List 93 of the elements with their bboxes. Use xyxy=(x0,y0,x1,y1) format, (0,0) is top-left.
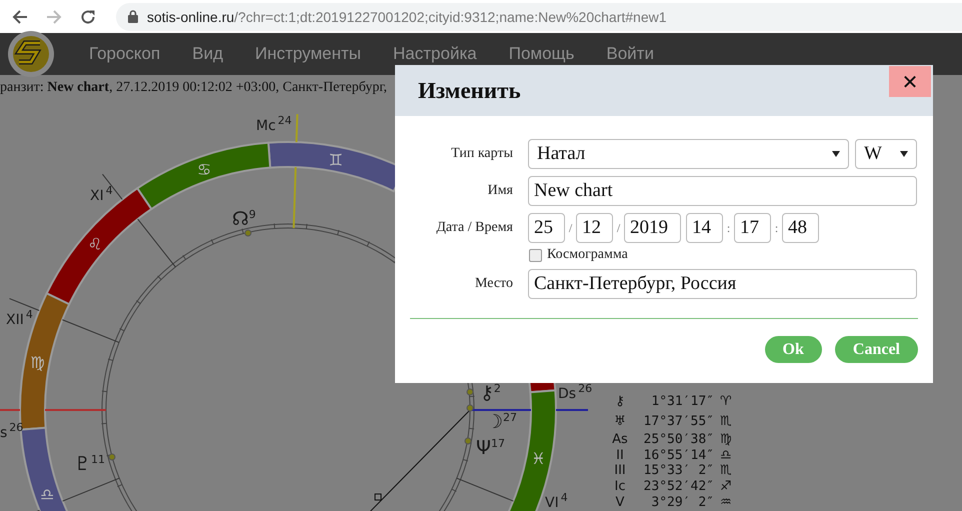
field-label: Тип карты xyxy=(450,146,513,162)
axis-line xyxy=(292,167,297,228)
body-symbol: III xyxy=(614,463,626,478)
body-symbol: ♅ xyxy=(614,414,626,429)
address-bar[interactable]: sotis-online.ru/?chr=ct:1;dt:20191227001202;cityid:9312;name:New%20chart#new1 xyxy=(116,2,962,30)
sign-symbol: ♍ xyxy=(720,432,732,447)
axis-line xyxy=(556,409,588,411)
zodiac-sign-glyph: ♊ xyxy=(328,150,343,170)
date-separator: / xyxy=(616,220,622,236)
date-field[interactable]: 2019 xyxy=(624,213,681,243)
logo-icon[interactable] xyxy=(7,30,55,78)
time-separator: : xyxy=(726,220,732,236)
axis-line xyxy=(0,409,20,411)
reload-icon[interactable] xyxy=(80,8,96,24)
lock-icon xyxy=(128,10,138,23)
house-cusp-line xyxy=(137,218,176,268)
position-value: 25°50′38″ xyxy=(644,432,714,447)
planet-dot xyxy=(466,388,474,396)
menu-item[interactable]: Войти xyxy=(590,44,670,64)
planet-label: ☽$^{27}$ xyxy=(486,411,518,433)
cosmogram-checkbox[interactable] xyxy=(529,248,542,262)
position-value: 15°33′ 2″ xyxy=(644,463,714,478)
aspect-marker-icon xyxy=(374,494,382,500)
date-field[interactable]: 25 xyxy=(528,213,565,243)
sign-symbol: ♈ xyxy=(720,394,732,409)
position-value: 1°31′17″ xyxy=(651,394,714,409)
planet-label: ☊$^{9}$ xyxy=(232,208,256,230)
body-symbol: As xyxy=(612,432,628,447)
menu-item[interactable]: Гороскоп xyxy=(73,44,176,64)
planet-dot xyxy=(244,230,252,236)
sign-symbol: ♎ xyxy=(720,448,732,463)
planet-dot xyxy=(464,438,472,444)
menu-item[interactable]: Помощь xyxy=(492,44,590,64)
date-separator: / xyxy=(568,220,574,236)
menu-item[interactable]: Настройка xyxy=(377,44,493,64)
chart-type-select[interactable]: Натал xyxy=(528,139,849,169)
menu-item[interactable]: Вид xyxy=(176,44,239,64)
caret-icon xyxy=(900,151,908,157)
time-field[interactable]: 17 xyxy=(734,213,771,243)
position-value: 16°55′14″ xyxy=(644,448,714,463)
sign-symbol: ♏ xyxy=(720,414,732,429)
position-value: 3°29′ 2″ xyxy=(651,495,714,510)
planet-label: ⚷$^{2}$ xyxy=(480,382,501,404)
position-value: 17°37′55″ xyxy=(644,414,714,429)
house-cusp-line xyxy=(62,478,120,502)
position-value: 23°52′42″ xyxy=(644,479,714,494)
field-label: Имя xyxy=(486,183,513,199)
zodiac-sign-glyph: ♍ xyxy=(30,353,45,372)
close-button[interactable]: ✕ xyxy=(889,66,931,97)
back-icon[interactable] xyxy=(12,8,28,24)
house-label: VI$^{4}$ xyxy=(545,491,568,511)
zodiac-sign-glyph: ♓ xyxy=(531,448,546,468)
sign-symbol: ♒ xyxy=(720,495,732,510)
variant-select[interactable]: W xyxy=(855,139,917,169)
sign-symbol: ♐ xyxy=(720,479,732,494)
dialog-title: Изменить xyxy=(418,78,521,104)
name-field[interactable]: New chart xyxy=(528,176,917,206)
date-field[interactable]: 12 xyxy=(576,213,613,243)
field-label: Дата / Время xyxy=(435,220,513,236)
zodiac-sign-glyph: ♌ xyxy=(88,234,102,254)
house-label: s$^{26}$ xyxy=(0,421,24,441)
sign-symbol: ♏ xyxy=(720,463,732,478)
house-cusp-line xyxy=(102,174,123,200)
place-field[interactable]: Санкт-Петербург, Россия xyxy=(528,269,917,299)
house-cusp-line xyxy=(62,319,120,343)
body-symbol: II xyxy=(616,448,624,463)
axis-line xyxy=(470,409,531,411)
body-symbol: ⚷ xyxy=(615,394,625,409)
house-label: XI$^{4}$ xyxy=(90,184,113,204)
house-label: XII$^{4}$ xyxy=(6,308,33,328)
axis-line xyxy=(45,409,106,411)
house-cusp-line xyxy=(456,478,514,502)
axis-line xyxy=(295,114,298,142)
time-separator: : xyxy=(774,220,780,236)
caret-icon xyxy=(832,151,840,157)
house-label: Ds$^{26}$ xyxy=(558,382,592,402)
body-symbol: Ic xyxy=(614,479,626,494)
zodiac-sign-glyph: ♎ xyxy=(40,484,54,504)
url-text: sotis-online.ru/?chr=ct:1;dt:20191227001202;cityid:9312;name:New%20chart#new1 xyxy=(147,8,667,24)
zodiac-sign-glyph: ♋ xyxy=(196,160,212,180)
planet-dot xyxy=(108,454,116,460)
house-label: Mc$^{24}$ xyxy=(256,114,292,134)
planet-dot xyxy=(466,404,474,412)
body-symbol: V xyxy=(616,495,624,510)
checkbox-label: Космограмма xyxy=(547,247,628,263)
time-field[interactable]: 14 xyxy=(686,213,723,243)
chart-caption: ранзит: New chart, 27.12.2019 00:12:02 +03:00, Санкт-Петербург, xyxy=(0,79,387,97)
field-label: Место xyxy=(474,276,513,292)
house-cusp-line xyxy=(8,298,40,311)
planet-label: Ψ$^{17}$ xyxy=(476,437,505,459)
time-field[interactable]: 48 xyxy=(782,213,819,243)
menu-item[interactable]: Инструменты xyxy=(239,44,378,64)
planet-label: ♇$^{11}$ xyxy=(74,453,106,475)
